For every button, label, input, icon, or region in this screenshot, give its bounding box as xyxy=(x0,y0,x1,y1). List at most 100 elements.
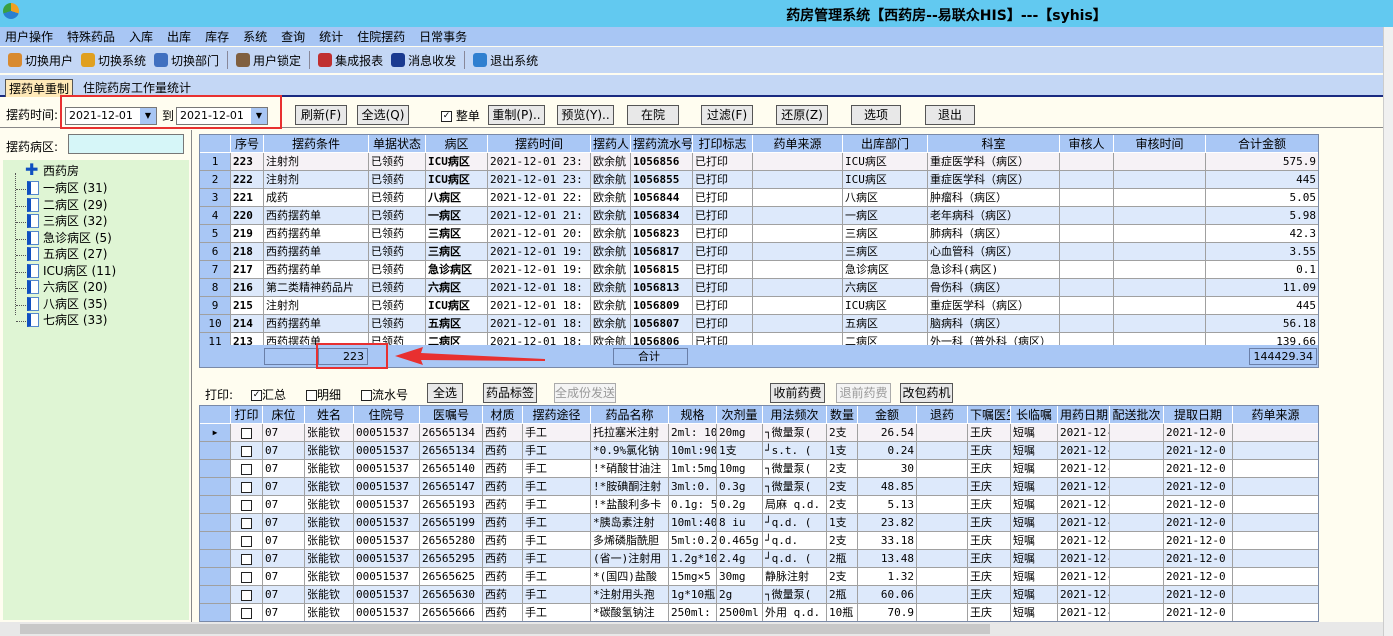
print-checkbox[interactable] xyxy=(231,460,263,478)
print-checkbox[interactable] xyxy=(231,478,263,496)
table-row[interactable]: 07 张能钦 00051537 26565193 西药 手工 !*盐酸利多卡 0.1g: 50… xyxy=(200,496,1318,514)
table-row[interactable]: 07 张能钦 00051537 26565630 西药 手工 *注射用头孢 1g*10瓶 2g ┐… xyxy=(200,586,1318,604)
table-row[interactable]: 07 张能钦 00051537 26565147 西药 手工 !*胺碘酮注射 3ml:0. 0.… xyxy=(200,478,1318,496)
checkbox-checked-icon[interactable]: ✓ xyxy=(441,111,452,122)
table-row[interactable]: 07 张能钦 00051537 26565295 西药 手工 (省一)注射用 1.2g*10 2… xyxy=(200,550,1318,568)
column-header[interactable]: 打印标志 xyxy=(693,135,753,153)
table-row[interactable]: 8 216 第二类精神药品片 已领药 六病区 2021-12-01 18: 欧余航 10568… xyxy=(200,279,1318,297)
menu-item[interactable]: 特殊药品 xyxy=(67,28,115,45)
tree-node-ward[interactable]: 二病区 (29) xyxy=(27,197,107,214)
table-row[interactable]: 6 218 西药摆药单 已领药 三病区 2021-12-01 19: 欧余航 1056817 已… xyxy=(200,243,1318,261)
column-header[interactable]: 单据状态 xyxy=(369,135,426,153)
whole-order-checkbox[interactable]: ✓ 整单 xyxy=(441,107,480,124)
row-indicator[interactable] xyxy=(200,460,231,478)
row-indicator[interactable] xyxy=(200,568,231,586)
table-row[interactable]: 07 张能钦 00051537 26565140 西药 手工 !*硝酸甘油注 1ml:5mg 1… xyxy=(200,460,1318,478)
print-bar-button[interactable]: 药品标签 xyxy=(483,383,537,403)
table-row[interactable]: 07 张能钦 00051537 26565666 西药 手工 *碳酸氢钠注 250ml: 250… xyxy=(200,604,1318,621)
column-header[interactable]: 金额 xyxy=(858,406,917,424)
exit-button[interactable]: 退出 xyxy=(925,105,975,125)
column-header[interactable]: 打印 xyxy=(231,406,263,424)
print-bar-button[interactable]: 收前药费 xyxy=(770,383,825,403)
restore-button[interactable]: 还原(Z) xyxy=(776,105,828,125)
refresh-button[interactable]: 刷新(F) xyxy=(295,105,347,125)
menu-item[interactable]: 用户操作 xyxy=(5,28,53,45)
print-option-checkbox[interactable]: 明细 xyxy=(306,386,341,403)
checkbox-icon[interactable] xyxy=(241,427,252,439)
checkbox-icon[interactable] xyxy=(241,445,252,457)
table-row[interactable]: 07 张能钦 00051537 26565625 西药 手工 *(国四)盐酸 15mg×5 30… xyxy=(200,568,1318,586)
checkbox-icon[interactable] xyxy=(241,607,252,619)
in-hospital-button[interactable]: 在院 xyxy=(627,105,679,125)
checkbox-checked-icon[interactable]: ✓ xyxy=(251,390,262,401)
toolbar-button[interactable]: 切换部门 xyxy=(154,52,219,69)
column-header[interactable]: 摆药途径 xyxy=(523,406,591,424)
print-checkbox[interactable] xyxy=(231,604,263,621)
column-header[interactable]: 用法频次 xyxy=(763,406,827,424)
checkbox-icon[interactable] xyxy=(241,589,252,601)
column-header[interactable]: 长临嘱 xyxy=(1011,406,1058,424)
row-indicator[interactable] xyxy=(200,532,231,550)
table-row[interactable]: 07 张能钦 00051537 26565199 西药 手工 *胰岛素注射 10ml:40 8 … xyxy=(200,514,1318,532)
checkbox-icon[interactable] xyxy=(241,499,252,511)
column-header[interactable]: 出库部门 xyxy=(843,135,928,153)
print-checkbox[interactable] xyxy=(231,586,263,604)
column-header[interactable]: 科室 xyxy=(928,135,1060,153)
table-row[interactable]: 1 223 注射剂 已领药 ICU病区 2021-12-01 23: 欧余航 1056856 已… xyxy=(200,153,1318,171)
print-bar-button[interactable]: 改包药机 xyxy=(900,383,953,403)
column-header[interactable]: 药品名称 xyxy=(591,406,669,424)
row-indicator[interactable]: 5 xyxy=(200,225,231,243)
column-header[interactable]: 合计金额 xyxy=(1206,135,1318,153)
column-header[interactable]: 摆药流水号 xyxy=(631,135,693,153)
toolbar-button[interactable]: 切换系统 xyxy=(81,52,146,69)
table-row[interactable]: 5 219 西药摆药单 已领药 三病区 2021-12-01 20: 欧余航 1056823 已… xyxy=(200,225,1318,243)
column-header[interactable]: 摆药条件 xyxy=(264,135,369,153)
checkbox-icon[interactable] xyxy=(241,535,252,547)
row-indicator[interactable]: 10 xyxy=(200,315,231,333)
preview-button[interactable]: 预览(Y).. xyxy=(557,105,614,125)
column-header[interactable]: 姓名 xyxy=(305,406,354,424)
row-indicator[interactable]: ▶ xyxy=(200,424,231,442)
table-row[interactable]: 3 221 成药 已领药 八病区 2021-12-01 22: 欧余航 1056844 已打印八… xyxy=(200,189,1318,207)
checkbox-icon[interactable] xyxy=(241,463,252,475)
column-header[interactable]: 摆药人 xyxy=(591,135,631,153)
table-row[interactable]: 9 215 注射剂 已领药 ICU病区 2021-12-01 18: 欧余航 1056809 已… xyxy=(200,297,1318,315)
column-header[interactable]: 序号 xyxy=(231,135,264,153)
print-checkbox[interactable] xyxy=(231,514,263,532)
column-header[interactable]: 数量 xyxy=(827,406,858,424)
column-header[interactable]: 医嘱号 xyxy=(420,406,483,424)
column-header[interactable]: 药单来源 xyxy=(1233,406,1318,424)
print-option-checkbox[interactable]: 流水号 xyxy=(361,386,408,403)
tree-node-ward[interactable]: 八病区 (35) xyxy=(27,296,107,313)
column-header[interactable]: 下嘱医生 xyxy=(968,406,1011,424)
print-checkbox[interactable] xyxy=(231,496,263,514)
toolbar-button[interactable]: 退出系统 xyxy=(473,52,538,69)
vertical-scrollbar[interactable] xyxy=(1383,27,1393,636)
table-row[interactable]: ▶ 07 张能钦 00051537 26565134 西药 手工 托拉塞米注射 2ml: 10 2… xyxy=(200,424,1318,442)
table-row[interactable]: 2 222 注射剂 已领药 ICU病区 2021-12-01 23: 欧余航 1056855 已… xyxy=(200,171,1318,189)
checkbox-icon[interactable] xyxy=(241,553,252,565)
row-indicator[interactable]: 4 xyxy=(200,207,231,225)
column-header[interactable]: 用药日期 xyxy=(1058,406,1110,424)
column-header[interactable]: 药单来源 xyxy=(753,135,843,153)
row-indicator[interactable] xyxy=(200,514,231,532)
row-indicator[interactable] xyxy=(200,586,231,604)
column-header[interactable]: 审核人 xyxy=(1060,135,1114,153)
toolbar-button[interactable]: 切换用户 xyxy=(8,52,73,69)
horizontal-scrollbar[interactable] xyxy=(0,622,1383,636)
column-header[interactable]: 床位 xyxy=(263,406,305,424)
row-indicator[interactable] xyxy=(200,442,231,460)
ward-input[interactable] xyxy=(68,134,184,154)
print-checkbox[interactable] xyxy=(231,424,263,442)
tree-node-ward[interactable]: 七病区 (33) xyxy=(27,312,107,329)
print-checkbox[interactable] xyxy=(231,532,263,550)
checkbox-icon[interactable] xyxy=(361,390,372,401)
toolbar-button[interactable]: 集成报表 xyxy=(318,52,383,69)
row-indicator[interactable] xyxy=(200,496,231,514)
column-header[interactable]: 提取日期 xyxy=(1164,406,1233,424)
tree-node-ward[interactable]: 一病区 (31) xyxy=(27,180,107,197)
row-indicator[interactable] xyxy=(200,550,231,568)
filter-button[interactable]: 过滤(F) xyxy=(701,105,753,125)
row-indicator[interactable]: 6 xyxy=(200,243,231,261)
redo-button[interactable]: 重制(P).. xyxy=(488,105,545,125)
